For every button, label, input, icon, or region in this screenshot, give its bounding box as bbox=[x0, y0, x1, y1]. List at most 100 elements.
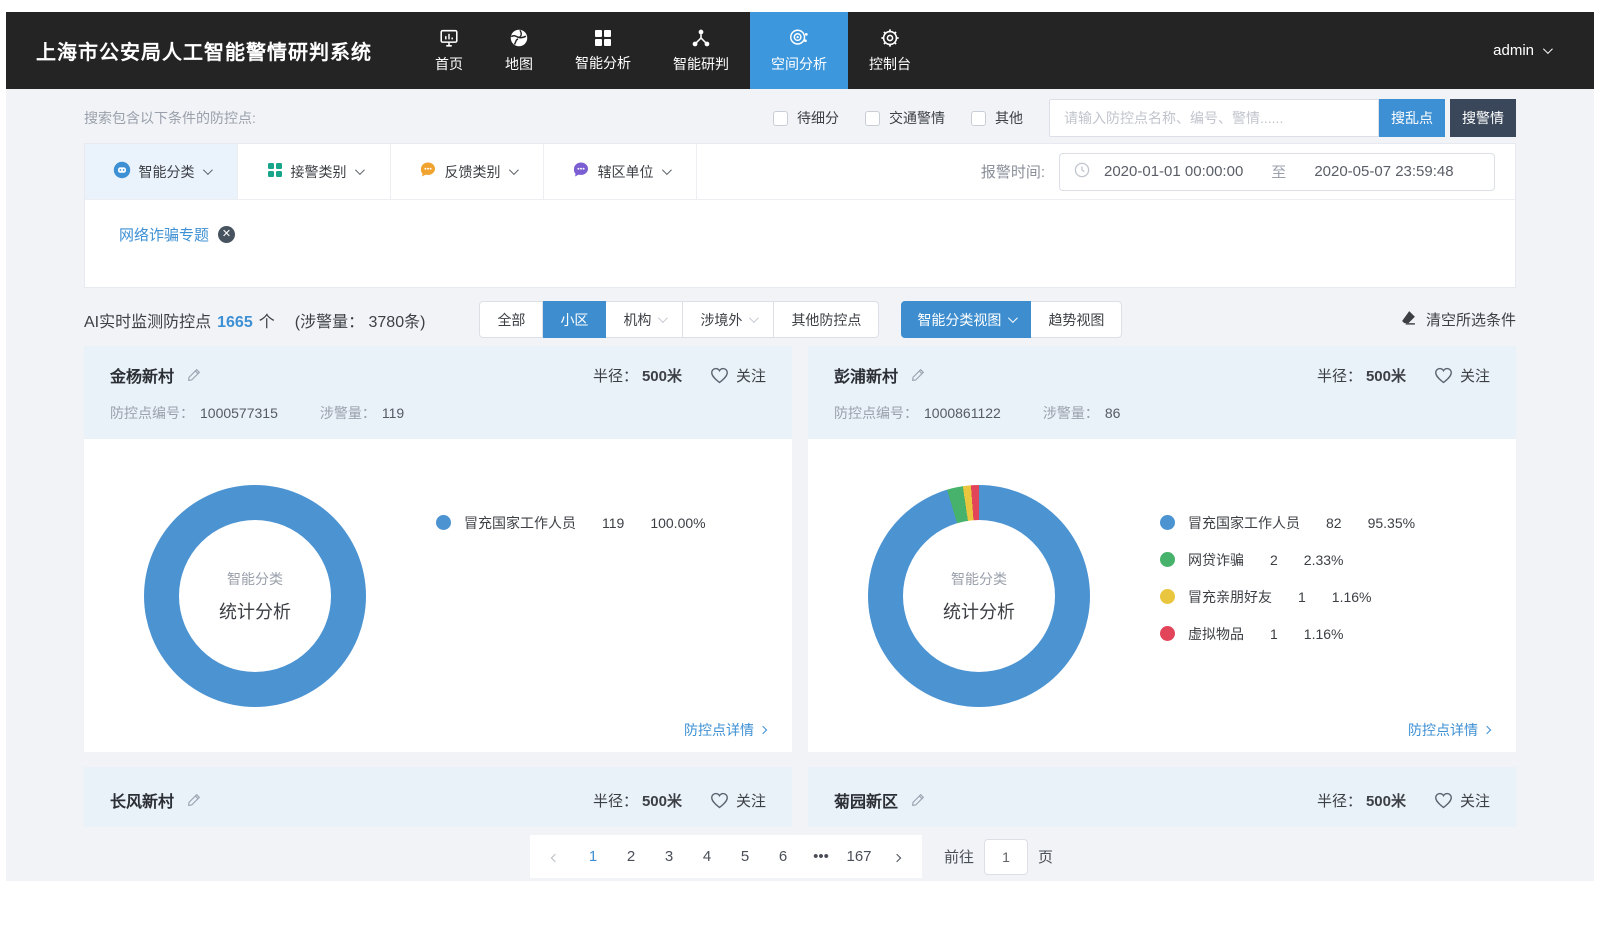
card-header: 金杨新村 半径： 500米 关注 防控点编号：1000577315 bbox=[84, 346, 792, 439]
follow-button[interactable]: 关注 bbox=[1434, 790, 1490, 811]
date-separator: 至 bbox=[1271, 161, 1286, 182]
clear-conditions-button[interactable]: 清空所选条件 bbox=[1400, 309, 1516, 330]
monitor-count-unit: 个 bbox=[259, 308, 275, 332]
page-button[interactable]: 3 bbox=[650, 848, 688, 865]
radius-value: 500米 bbox=[642, 365, 682, 386]
alarm-time-filter: 报警时间: 2020-01-01 00:00:00 至 2020-05-07 2… bbox=[981, 144, 1515, 199]
page-button[interactable]: 167 bbox=[840, 848, 878, 865]
tab-label: 智能分类视图 bbox=[917, 310, 1001, 330]
nav-item-console[interactable]: 控制台 bbox=[848, 12, 932, 89]
nav-item-map[interactable]: 地图 bbox=[484, 12, 554, 89]
monitor-point-card: 菊园新区 半径： 500米 关注 bbox=[808, 767, 1516, 827]
stats-toolbar: AI实时监测防控点 1665 个 (涉警量： 3780条) 全部 小区 机构 涉… bbox=[84, 301, 1516, 338]
chevron-down-icon bbox=[1543, 44, 1553, 54]
legend-label: 网贷诈骗 bbox=[1188, 550, 1244, 570]
page-button[interactable]: 6 bbox=[764, 848, 802, 865]
legend-label: 冒充国家工作人员 bbox=[1188, 513, 1300, 533]
goto-page-input[interactable] bbox=[984, 839, 1028, 875]
page-button[interactable]: 5 bbox=[726, 848, 764, 865]
nav-item-home[interactable]: 首页 bbox=[414, 12, 484, 89]
user-menu[interactable]: admin bbox=[1493, 42, 1594, 59]
close-icon[interactable]: ✕ bbox=[218, 226, 235, 243]
tab-other-points[interactable]: 其他防控点 bbox=[774, 301, 879, 338]
tab-overseas[interactable]: 涉境外 bbox=[683, 301, 774, 338]
dropdown-ai-category[interactable]: 智能分类 bbox=[85, 144, 238, 199]
checkbox-icon[interactable] bbox=[865, 111, 880, 126]
point-detail-link[interactable]: 防控点详情 bbox=[1408, 720, 1490, 740]
app-title: 上海市公安局人工智能警情研判系统 bbox=[6, 36, 400, 65]
dropdown-feedback-type[interactable]: 反馈类别 bbox=[391, 144, 544, 199]
legend-value: 2 bbox=[1270, 552, 1278, 568]
point-volume: 涉警量：86 bbox=[1043, 403, 1121, 423]
home-monitor-icon bbox=[438, 27, 460, 49]
nav-item-spatial[interactable]: 空间分析 bbox=[750, 12, 848, 89]
radius-label: 半径： bbox=[593, 790, 638, 811]
date-end: 2020-05-07 23:59:48 bbox=[1314, 163, 1453, 180]
page-button[interactable]: 1 bbox=[574, 848, 612, 865]
checkbox-icon[interactable] bbox=[773, 111, 788, 126]
checkbox-icon[interactable] bbox=[971, 111, 986, 126]
tab-all[interactable]: 全部 bbox=[479, 301, 543, 338]
follow-label: 关注 bbox=[736, 790, 766, 811]
tab-label: 趋势视图 bbox=[1048, 310, 1104, 330]
edit-pencil-icon[interactable] bbox=[186, 792, 202, 808]
edit-pencil-icon[interactable] bbox=[186, 367, 202, 383]
nav-item-label: 首页 bbox=[435, 54, 463, 74]
nav-item-label: 智能研判 bbox=[673, 54, 729, 74]
legend-item: 网贷诈骗 2 2.33% bbox=[1160, 548, 1415, 571]
page-button[interactable]: 4 bbox=[688, 848, 726, 865]
more-pages-button[interactable]: ••• bbox=[802, 848, 840, 865]
search-points-button[interactable]: 搜乱点 bbox=[1379, 99, 1445, 137]
point-detail-link[interactable]: 防控点详情 bbox=[684, 720, 766, 740]
donut-center-title: 统计分析 bbox=[943, 598, 1015, 624]
tab-community[interactable]: 小区 bbox=[543, 301, 606, 338]
prev-page-button[interactable] bbox=[536, 848, 574, 865]
checkbox-traffic[interactable]: 交通警情 bbox=[865, 108, 945, 128]
point-detail-label: 防控点详情 bbox=[1408, 720, 1478, 740]
tab-label: 其他防控点 bbox=[791, 310, 861, 330]
dropdown-alarm-type[interactable]: 接警类别 bbox=[238, 144, 391, 199]
legend-percent: 95.35% bbox=[1368, 515, 1415, 531]
tab-ai-category-view[interactable]: 智能分类视图 bbox=[901, 301, 1031, 338]
tab-institution[interactable]: 机构 bbox=[606, 301, 683, 338]
donut-center: 智能分类 统计分析 bbox=[179, 520, 331, 672]
ai-category-icon bbox=[113, 161, 131, 182]
edit-pencil-icon[interactable] bbox=[910, 367, 926, 383]
nav-item-label: 地图 bbox=[505, 54, 533, 74]
checkbox-other[interactable]: 其他 bbox=[971, 108, 1023, 128]
date-range-picker[interactable]: 2020-01-01 00:00:00 至 2020-05-07 23:59:4… bbox=[1059, 153, 1495, 191]
username: admin bbox=[1493, 42, 1534, 59]
donut-center: 智能分类 统计分析 bbox=[903, 520, 1055, 672]
search-alerts-button[interactable]: 搜警情 bbox=[1450, 99, 1516, 137]
legend-value: 119 bbox=[602, 515, 624, 531]
search-input[interactable] bbox=[1049, 99, 1379, 137]
tab-trend-view[interactable]: 趋势视图 bbox=[1031, 301, 1122, 338]
monitor-count-label: AI实时监测防控点 bbox=[84, 308, 211, 332]
checkbox-label: 待细分 bbox=[797, 108, 839, 128]
follow-label: 关注 bbox=[1460, 365, 1490, 386]
gear-icon bbox=[879, 27, 901, 49]
page-button[interactable]: 2 bbox=[612, 848, 650, 865]
district-bubble-icon bbox=[572, 161, 590, 182]
nav-item-label: 智能分析 bbox=[575, 53, 631, 73]
legend-percent: 1.16% bbox=[1332, 589, 1372, 605]
node-tree-icon bbox=[690, 27, 712, 49]
nav-item-research[interactable]: 智能研判 bbox=[652, 12, 750, 89]
checkbox-pending[interactable]: 待细分 bbox=[773, 108, 839, 128]
next-page-button[interactable] bbox=[878, 848, 916, 865]
follow-button[interactable]: 关注 bbox=[710, 790, 766, 811]
heart-icon bbox=[710, 367, 729, 384]
follow-button[interactable]: 关注 bbox=[1434, 365, 1490, 386]
follow-button[interactable]: 关注 bbox=[710, 365, 766, 386]
donut-chart: 智能分类 统计分析 bbox=[144, 485, 366, 707]
point-name: 金杨新村 bbox=[110, 363, 174, 387]
chevron-left-icon bbox=[551, 854, 559, 862]
nav-item-analysis[interactable]: 智能分析 bbox=[554, 12, 652, 89]
dropdown-district-unit[interactable]: 辖区单位 bbox=[544, 144, 697, 199]
edit-pencil-icon[interactable] bbox=[910, 792, 926, 808]
legend-item: 冒充国家工作人员 119 100.00% bbox=[436, 511, 706, 534]
legend-dot bbox=[1160, 515, 1175, 530]
chevron-right-icon bbox=[893, 854, 901, 862]
legend-percent: 2.33% bbox=[1304, 552, 1344, 568]
donut-chart: 智能分类 统计分析 bbox=[868, 485, 1090, 707]
